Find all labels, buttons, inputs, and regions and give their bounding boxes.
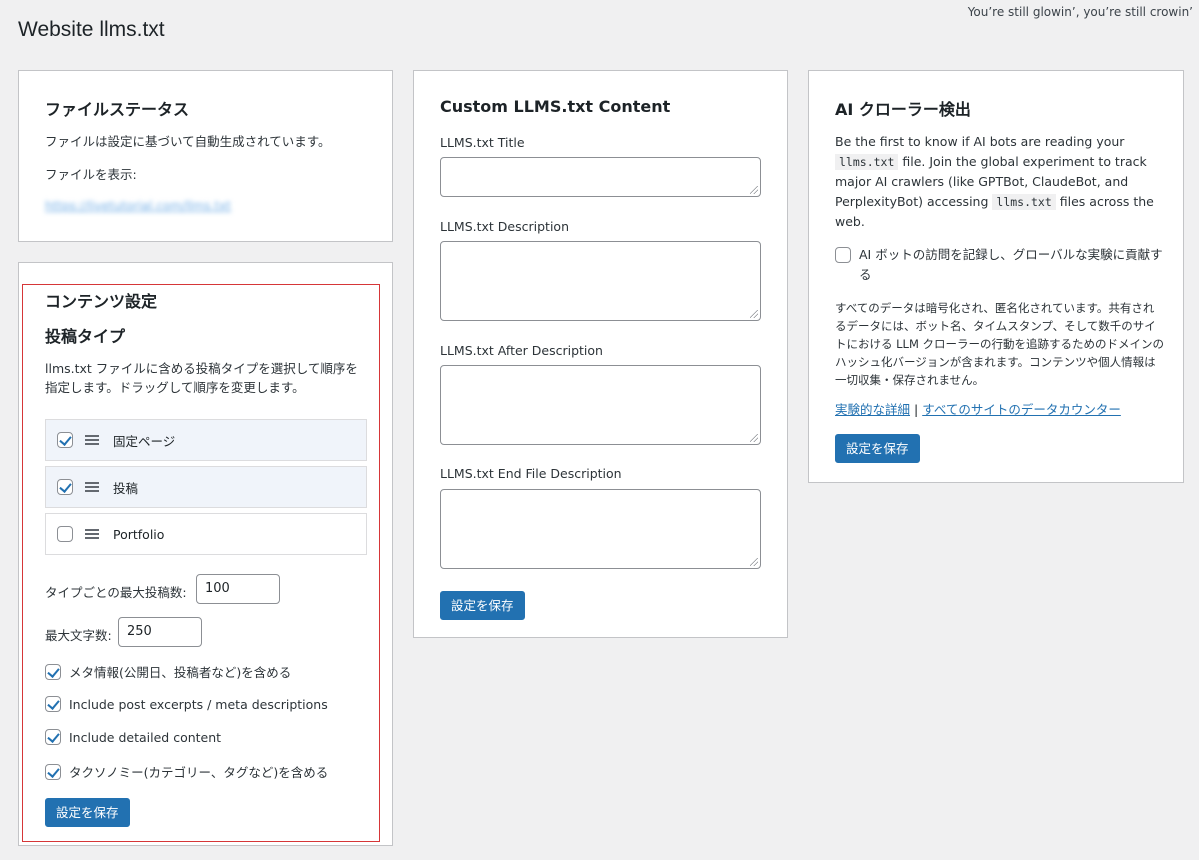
- intro-code-1: llms.txt: [835, 154, 899, 170]
- description-label: LLMS.txt Description: [440, 219, 569, 234]
- privacy-text: すべてのデータは暗号化され、匿名化されています。共有されるデータには、ボット名、…: [835, 301, 1165, 387]
- option-detailed[interactable]: Include detailed content: [45, 729, 221, 745]
- drag-handle-icon[interactable]: [85, 435, 99, 445]
- ai-crawler-intro: Be the first to know if AI bots are read…: [835, 132, 1165, 232]
- description-textarea[interactable]: [440, 241, 761, 321]
- option-checkbox[interactable]: [45, 763, 61, 780]
- save-custom-content-button[interactable]: 設定を保存: [440, 591, 525, 620]
- max-words-input[interactable]: 250: [118, 617, 202, 647]
- after-description-label: LLMS.txt After Description: [440, 343, 603, 358]
- post-type-item[interactable]: 固定ページ: [45, 419, 367, 461]
- save-settings-button[interactable]: 設定を保存: [45, 798, 130, 827]
- post-type-item[interactable]: Portfolio: [45, 513, 367, 555]
- max-posts-input[interactable]: 100: [196, 574, 280, 604]
- resize-grip-icon[interactable]: [750, 310, 758, 318]
- ai-crawler-links: 実験的な詳細 | すべてのサイトのデータカウンター: [835, 399, 1121, 418]
- option-taxonomy[interactable]: タクソノミー(カテゴリー、タグなど)を含める: [45, 762, 328, 781]
- end-description-label: LLMS.txt End File Description: [440, 466, 622, 481]
- page-title: Website llms.txt: [18, 18, 165, 41]
- link-separator: |: [914, 402, 919, 417]
- drag-handle-icon[interactable]: [85, 529, 99, 539]
- option-checkbox[interactable]: [45, 696, 61, 712]
- post-type-label: 固定ページ: [113, 433, 176, 449]
- option-checkbox[interactable]: [45, 729, 61, 745]
- intro-code-2: llms.txt: [992, 194, 1056, 210]
- file-url-link[interactable]: https://livetutorial.com/llms.txt: [45, 199, 231, 213]
- after-description-textarea[interactable]: [440, 365, 761, 445]
- experiment-details-link[interactable]: 実験的な詳細: [835, 402, 910, 417]
- post-types-heading: 投稿タイプ: [45, 327, 126, 346]
- ai-tracking-label: AI ボットの訪問を記録し、グローバルな実験に貢献する: [859, 247, 1163, 282]
- end-description-textarea[interactable]: [440, 489, 761, 569]
- resize-grip-icon[interactable]: [750, 558, 758, 566]
- save-ai-settings-button[interactable]: 設定を保存: [835, 434, 920, 463]
- option-label: メタ情報(公開日、投稿者など)を含める: [69, 665, 292, 680]
- option-checkbox[interactable]: [45, 663, 61, 680]
- post-types-description: llms.txt ファイルに含める投稿タイプを選択して順序を指定します。ドラッグ…: [45, 361, 358, 396]
- content-settings-card: コンテンツ設定 投稿タイプ llms.txt ファイルに含める投稿タイプを選択し…: [18, 262, 393, 846]
- post-type-checkbox[interactable]: [57, 432, 73, 448]
- resize-grip-icon[interactable]: [750, 186, 758, 194]
- content-settings-heading: コンテンツ設定: [45, 292, 158, 311]
- custom-content-heading: Custom LLMS.txt Content: [440, 97, 671, 116]
- post-type-label: Portfolio: [113, 526, 165, 542]
- option-label: Include detailed content: [69, 729, 222, 745]
- max-posts-label: タイプごとの最大投稿数:: [45, 585, 187, 600]
- data-counter-link[interactable]: すべてのサイトのデータカウンター: [922, 402, 1121, 417]
- post-type-checkbox[interactable]: [57, 479, 73, 495]
- option-meta[interactable]: メタ情報(公開日、投稿者など)を含める: [45, 662, 291, 681]
- option-label: Include post excerpts / meta description…: [69, 696, 328, 712]
- ai-crawler-heading: AI クローラー検出: [835, 100, 971, 119]
- file-view-label: ファイルを表示:: [45, 167, 137, 182]
- drag-handle-icon[interactable]: [85, 482, 99, 492]
- file-auto-text: ファイルは設定に基づいて自動生成されています。: [45, 134, 331, 149]
- ai-crawler-card: AI クローラー検出 Be the first to know if AI bo…: [808, 70, 1184, 483]
- resize-grip-icon[interactable]: [750, 434, 758, 442]
- intro-text-1: Be the first to know if AI bots are read…: [835, 134, 1125, 149]
- file-status-card: ファイルステータス ファイルは設定に基づいて自動生成されています。 ファイルを表…: [18, 70, 393, 242]
- header-quote: You’re still glowin’, you’re still crowi…: [967, 5, 1193, 19]
- option-label: タクソノミー(カテゴリー、タグなど)を含める: [69, 765, 329, 780]
- title-textarea[interactable]: [440, 157, 761, 197]
- title-label: LLMS.txt Title: [440, 135, 525, 150]
- post-type-item[interactable]: 投稿: [45, 466, 367, 508]
- ai-tracking-option[interactable]: AI ボットの訪問を記録し、グローバルな実験に貢献する: [835, 245, 1165, 285]
- post-type-label: 投稿: [113, 480, 139, 496]
- post-type-checkbox[interactable]: [57, 526, 73, 542]
- file-status-heading: ファイルステータス: [45, 100, 190, 119]
- max-words-label: 最大文字数:: [45, 628, 112, 643]
- custom-content-card: Custom LLMS.txt Content LLMS.txt Title L…: [413, 70, 788, 638]
- option-excerpts[interactable]: Include post excerpts / meta description…: [45, 696, 328, 712]
- ai-tracking-checkbox[interactable]: [835, 247, 851, 263]
